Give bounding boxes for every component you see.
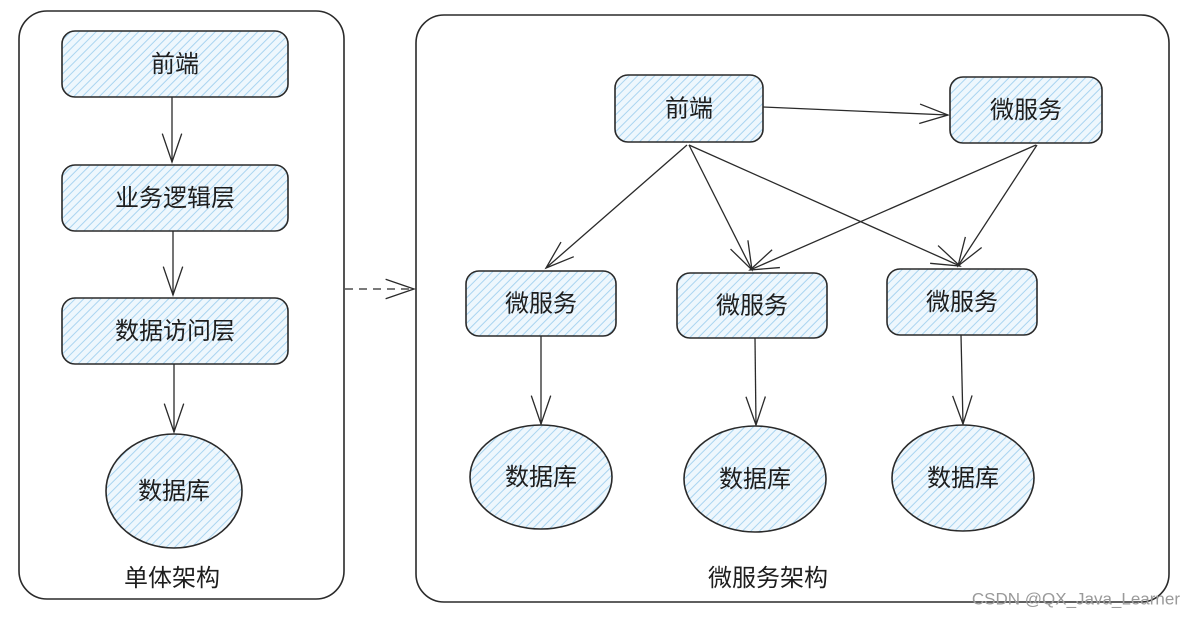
node-label: 数据库	[719, 465, 791, 493]
node-label: 数据库	[927, 464, 999, 492]
component-node: 前端	[61, 30, 289, 98]
component-node: 前端	[614, 74, 764, 143]
component-node: 微服务	[676, 272, 828, 339]
edge-s-ms-top-to-s-ms-3-line	[957, 144, 1038, 267]
microservices-caption: 微服务架构	[708, 564, 828, 592]
node-label: 数据库	[505, 463, 577, 491]
node-label: 数据访问层	[115, 317, 235, 345]
edge-s-frontend-to-s-ms-1-line	[545, 144, 688, 269]
edge-s-ms-2-to-s-db-2	[745, 337, 767, 428]
node-label: 微服务	[505, 290, 577, 318]
edge-s-frontend-to-s-ms-2-line	[688, 144, 753, 271]
arrowhead-icon	[930, 245, 962, 267]
watermark: CSDN @QX_Java_Learner	[972, 590, 1180, 609]
node-label: 微服务	[990, 96, 1062, 124]
component-node: 业务逻辑层	[61, 164, 289, 232]
component-node: 微服务	[465, 270, 617, 337]
database-node: 数据库	[683, 425, 827, 533]
edges-layer	[161, 97, 1038, 435]
edge-m-frontend-to-m-business	[161, 97, 183, 165]
edge-s-frontend-to-s-ms-3-line	[688, 144, 961, 267]
node-label: 数据库	[138, 477, 210, 505]
edge-s-ms-top-to-s-ms-2	[748, 144, 1037, 271]
component-node: 微服务	[886, 268, 1038, 336]
database-node: 数据库	[105, 433, 243, 549]
edge-s-ms-2-to-s-db-2-line	[754, 337, 757, 426]
node-label: 前端	[665, 95, 713, 123]
node-label: 微服务	[926, 288, 998, 316]
edge-s-ms-top-to-s-ms-2-line	[749, 144, 1037, 271]
edge-s-frontend-to-s-ms-top-line	[762, 106, 949, 116]
database-node: 数据库	[891, 424, 1035, 532]
node-label: 前端	[151, 50, 199, 78]
nodes-layer: 前端业务逻辑层数据访问层数据库前端 微服务微服务 微服务 微服务数据库 数据库 数据库	[61, 30, 1103, 549]
edge-s-frontend-to-s-ms-3	[688, 144, 962, 267]
edge-s-ms-1-to-s-db-1	[530, 336, 552, 427]
edge-s-frontend-to-s-ms-1	[544, 144, 688, 270]
monolith-caption: 单体架构	[124, 564, 220, 592]
arrowhead-icon	[730, 240, 753, 272]
edge-s-frontend-to-s-ms-2	[688, 144, 753, 272]
component-node: 微服务	[949, 76, 1103, 144]
edge-m-dataaccess-to-m-db	[163, 364, 185, 435]
edge-m-business-to-m-dataaccess	[162, 231, 184, 298]
arrowhead-icon	[748, 249, 780, 271]
transition-arrow	[345, 278, 417, 300]
edge-s-ms-3-to-s-db-3	[952, 334, 973, 427]
component-node: 数据访问层	[61, 297, 289, 365]
node-label: 微服务	[716, 292, 788, 320]
edge-s-ms-top-to-s-ms-3	[956, 144, 1038, 268]
architecture-diagram: 前端业务逻辑层数据访问层数据库前端 微服务微服务 微服务 微服务数据库 数据库 数据库 单…	[18, 10, 1180, 609]
edge-s-ms-3-to-s-db-3-line	[960, 334, 964, 425]
edge-s-frontend-to-s-ms-top	[762, 103, 951, 125]
node-label: 业务逻辑层	[115, 184, 235, 212]
database-node: 数据库	[469, 424, 613, 530]
